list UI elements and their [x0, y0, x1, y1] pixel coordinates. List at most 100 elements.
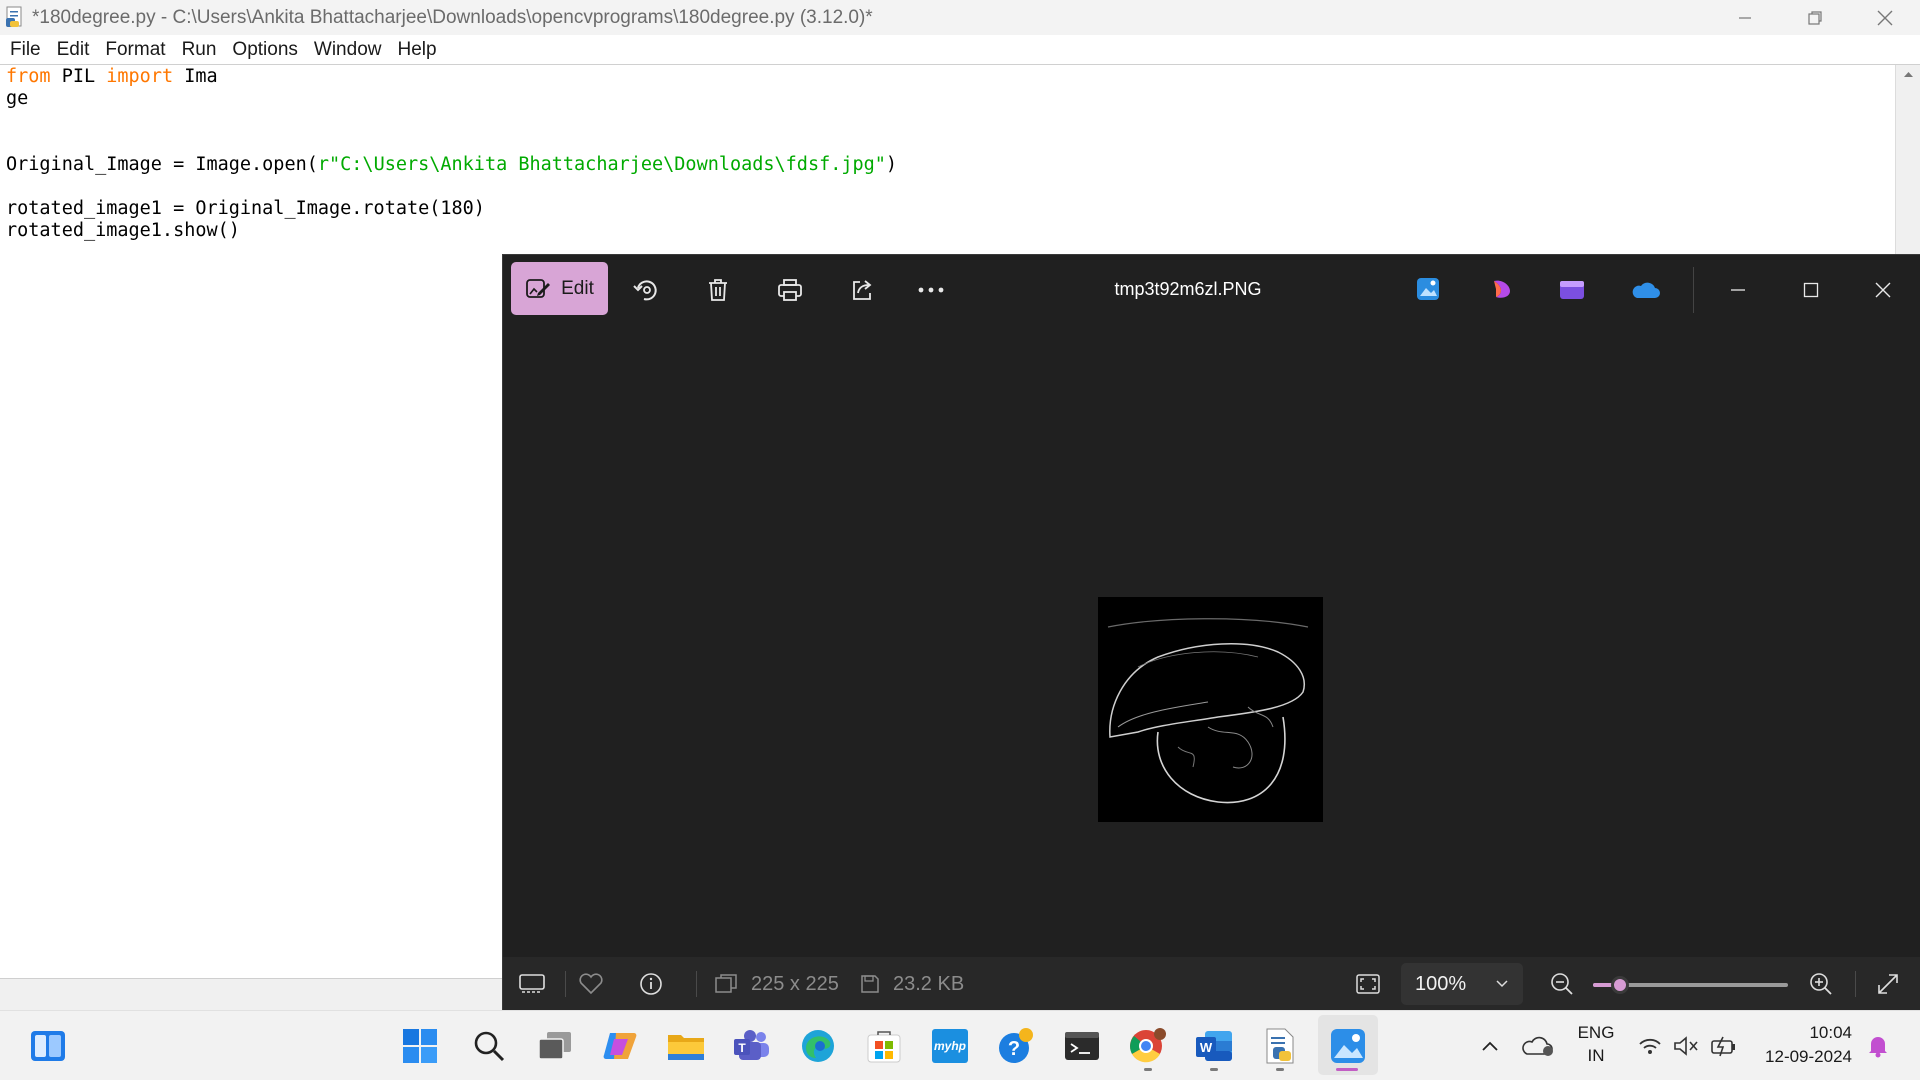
python-idle-icon — [1266, 1028, 1294, 1064]
keyword-from: from — [6, 66, 51, 87]
battery-button[interactable] — [1704, 1024, 1744, 1068]
onedrive-tray-button[interactable] — [1516, 1024, 1560, 1068]
chrome-button[interactable] — [1126, 1024, 1170, 1068]
file-name: tmp3t92m6zl.PNG — [1114, 279, 1262, 299]
code-line-8: rotated_image1.show() — [6, 220, 240, 241]
clock[interactable]: 10:04 12-09-2024 — [1752, 1023, 1862, 1067]
photos-minimize-button[interactable] — [1718, 270, 1758, 310]
code-line-2: ge — [6, 88, 29, 109]
wifi-icon — [1639, 1038, 1661, 1054]
photos-toolbar: Edit tmp3t92m6zl.PNG — [503, 255, 1920, 325]
heart-icon — [579, 973, 603, 995]
filmstrip-toggle-button[interactable] — [519, 957, 545, 1011]
language-code: ENG — [1577, 1023, 1615, 1042]
teams-button[interactable]: T — [730, 1024, 774, 1068]
zoom-out-button[interactable] — [1550, 957, 1574, 1011]
python-idle-button[interactable] — [1258, 1024, 1302, 1068]
delete-icon — [709, 279, 727, 301]
volume-button[interactable] — [1668, 1024, 1704, 1068]
myhp-icon: myhp — [932, 1029, 968, 1063]
active-indicator — [1336, 1068, 1358, 1071]
photos-app-button[interactable] — [1412, 273, 1444, 305]
save-disk-icon — [861, 975, 879, 993]
region-code: IN — [1587, 1046, 1605, 1065]
close-icon — [1877, 10, 1893, 25]
copilot-designer-button[interactable] — [1486, 273, 1518, 305]
task-view-button[interactable] — [533, 1024, 577, 1068]
zoom-in-button[interactable] — [1809, 957, 1833, 1011]
clipchamp-button[interactable] — [1556, 273, 1588, 305]
favorite-button[interactable] — [578, 957, 604, 1011]
photos-button[interactable] — [1326, 1024, 1370, 1068]
more-icon — [918, 287, 944, 293]
word-button[interactable]: W — [1192, 1024, 1236, 1068]
menu-run[interactable]: Run — [182, 39, 217, 61]
zoom-level-dropdown[interactable]: 100% — [1401, 963, 1523, 1005]
search-icon — [474, 1031, 505, 1062]
restore-button[interactable] — [1780, 0, 1850, 35]
zoom-out-icon — [1551, 973, 1573, 995]
expand-icon — [1878, 974, 1898, 994]
file-size: 23.2 KB — [893, 972, 965, 995]
show-hidden-icons-button[interactable] — [1468, 1024, 1512, 1068]
photos-bottom-bar: 225 x 225 23.2 KB 100% — [503, 957, 1920, 1011]
store-button[interactable] — [862, 1024, 906, 1068]
edit-label: Edit — [561, 277, 594, 299]
running-indicator — [1144, 1068, 1152, 1071]
store-icon — [867, 1031, 901, 1063]
battery-charging-icon — [1711, 1036, 1735, 1057]
get-help-button[interactable]: ? — [994, 1024, 1038, 1068]
menu-bar: File Edit Format Run Options Window Help — [0, 35, 1920, 65]
idle-title-bar[interactable]: *180degree.py - C:\Users\Ankita Bhattach… — [0, 0, 1920, 35]
edit-image-icon — [526, 278, 551, 298]
info-button[interactable] — [639, 957, 663, 1011]
wifi-button[interactable] — [1630, 1024, 1670, 1068]
dimensions-icon — [715, 974, 737, 993]
language-indicator[interactable]: ENG IN — [1570, 1023, 1622, 1066]
close-icon — [1875, 282, 1891, 298]
info-icon — [640, 973, 662, 995]
string-literal: r"C:\Users\Ankita Bhattacharjee\Download… — [317, 154, 886, 175]
myhp-button[interactable]: myhp — [928, 1024, 972, 1068]
menu-options[interactable]: Options — [232, 39, 297, 61]
search-button[interactable] — [467, 1024, 511, 1068]
chevron-down-icon — [1496, 980, 1508, 988]
delete-button[interactable] — [698, 270, 738, 310]
zoom-slider-thumb[interactable] — [1611, 976, 1630, 994]
file-explorer-icon — [668, 1035, 704, 1060]
menu-file[interactable]: File — [10, 39, 41, 61]
print-button[interactable] — [770, 270, 810, 310]
copilot-app-icon — [1494, 280, 1510, 298]
share-button[interactable] — [842, 270, 882, 310]
edit-button[interactable]: Edit — [511, 262, 608, 315]
rotate-button[interactable] — [626, 270, 666, 310]
image-canvas[interactable] — [503, 325, 1920, 957]
code-line-7: rotated_image1 = Original_Image.rotate(1… — [6, 198, 485, 219]
task-view-icon — [538, 1032, 571, 1060]
scroll-up-arrow-icon[interactable] — [1896, 65, 1920, 85]
fullscreen-button[interactable] — [1876, 957, 1900, 1011]
start-button[interactable] — [398, 1024, 442, 1068]
photos-maximize-button[interactable] — [1791, 270, 1831, 310]
widgets-button[interactable] — [26, 1024, 70, 1068]
zoom-slider[interactable] — [1593, 976, 1788, 994]
file-explorer-button[interactable] — [664, 1024, 708, 1068]
photos-viewer-window: Edit tmp3t92m6zl.PNG 225 x 225 23.2 KB 1… — [502, 254, 1920, 1011]
edge-button[interactable] — [796, 1024, 840, 1068]
copilot-button[interactable] — [598, 1024, 642, 1068]
maximize-icon — [1803, 282, 1819, 298]
fit-to-window-button[interactable] — [1355, 957, 1381, 1011]
menu-help[interactable]: Help — [397, 39, 436, 61]
menu-window[interactable]: Window — [314, 39, 382, 61]
menu-format[interactable]: Format — [105, 39, 165, 61]
minimize-icon — [1739, 16, 1751, 19]
minimize-button[interactable] — [1710, 0, 1780, 35]
menu-edit[interactable]: Edit — [57, 39, 90, 61]
notifications-button[interactable] — [1858, 1024, 1898, 1068]
onedrive-button[interactable] — [1629, 273, 1661, 305]
terminal-button[interactable] — [1060, 1024, 1104, 1068]
photos-close-button[interactable] — [1863, 270, 1903, 310]
zoom-level: 100% — [1415, 972, 1467, 995]
close-button[interactable] — [1850, 0, 1920, 35]
more-options-button[interactable] — [911, 270, 951, 310]
